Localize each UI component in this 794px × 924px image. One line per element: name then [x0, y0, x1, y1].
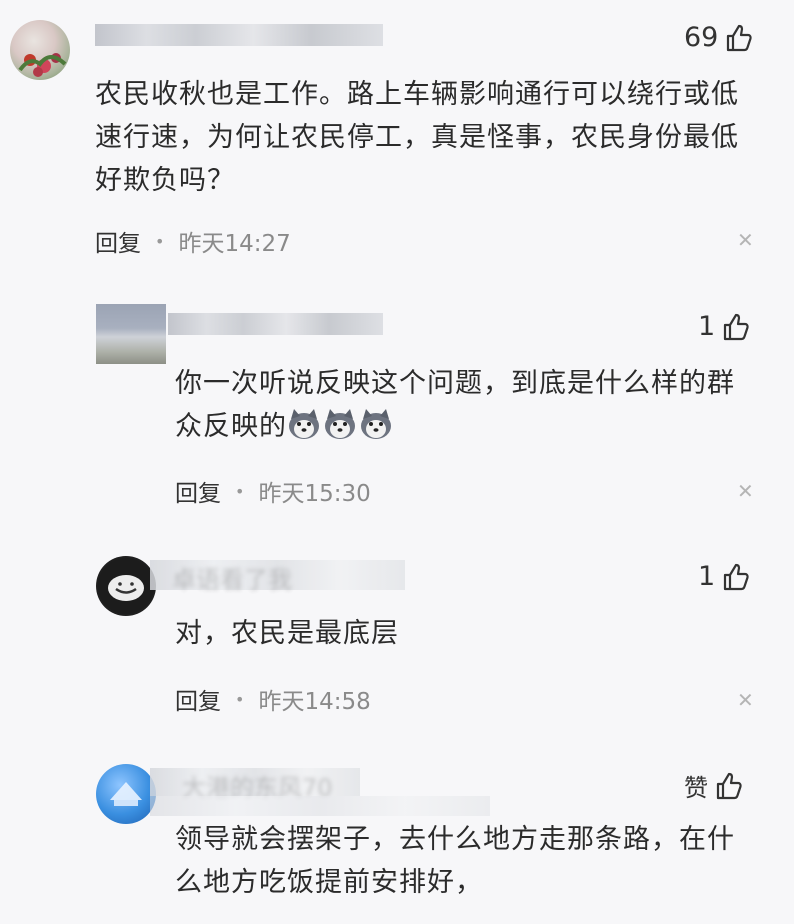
avatar[interactable] [96, 304, 166, 364]
thumbs-up-icon [724, 313, 749, 340]
reply-button[interactable]: 回复 [95, 224, 141, 258]
avatar[interactable] [10, 20, 70, 80]
username-text: 卓语看了我 [172, 566, 292, 594]
separator: • [235, 481, 245, 501]
like-count: 69 [684, 22, 719, 53]
like-button[interactable]: 1 [698, 311, 751, 342]
username[interactable] [168, 313, 383, 335]
like-count: 1 [698, 311, 716, 342]
timestamp: 昨天14:58 [258, 689, 371, 715]
emoji-group [287, 409, 395, 442]
timestamp: 昨天15:30 [258, 481, 371, 507]
username[interactable] [95, 24, 383, 46]
like-button[interactable]: 赞 [684, 768, 744, 803]
comment-meta: 回复 • 昨天14:58 [175, 682, 371, 716]
close-icon[interactable]: ✕ [737, 688, 754, 712]
like-button[interactable]: 69 [684, 22, 754, 53]
close-icon[interactable]: ✕ [737, 228, 754, 252]
thumbs-up-icon [727, 24, 753, 51]
reply-button[interactable]: 回复 [175, 474, 221, 508]
like-label: 赞 [684, 774, 708, 802]
like-count: 1 [698, 561, 716, 592]
comment-text: 领导就会摆架子，去什么地方走那条路，在什么地方吃饭提前安排好， [175, 824, 735, 898]
husky-emoji-icon [325, 409, 355, 439]
like-button[interactable]: 1 [698, 561, 751, 592]
husky-emoji-icon [361, 409, 391, 439]
username-blur-extra [150, 796, 490, 816]
comment-text: 对，农民是最底层 [175, 618, 399, 649]
husky-emoji-icon [289, 409, 319, 439]
thumbs-up-icon [724, 563, 749, 590]
separator: • [155, 231, 165, 251]
username[interactable]: 卓语看了我 [150, 560, 405, 594]
username[interactable]: 大港的东风70 [150, 768, 360, 802]
comment-text: 你一次听说反映这个问题，到底是什么样的群众反映的 [175, 362, 755, 448]
comment-text-content: 你一次听说反映这个问题，到底是什么样的群众反映的 [175, 368, 735, 442]
comment-meta: 回复 • 昨天15:30 [175, 474, 371, 508]
close-icon[interactable]: ✕ [737, 479, 754, 503]
timestamp: 昨天14:27 [178, 231, 291, 257]
comment-meta: 回复 • 昨天14:27 [95, 224, 291, 258]
comment-text: 农民收秋也是工作。路上车辆影响通行可以绕行或低速行速，为何让农民停工，真是怪事，… [95, 79, 739, 196]
avatar[interactable] [96, 764, 156, 824]
separator: • [235, 689, 245, 709]
avatar[interactable] [96, 556, 156, 616]
thumbs-up-icon [716, 772, 742, 799]
reply-button[interactable]: 回复 [175, 682, 221, 716]
